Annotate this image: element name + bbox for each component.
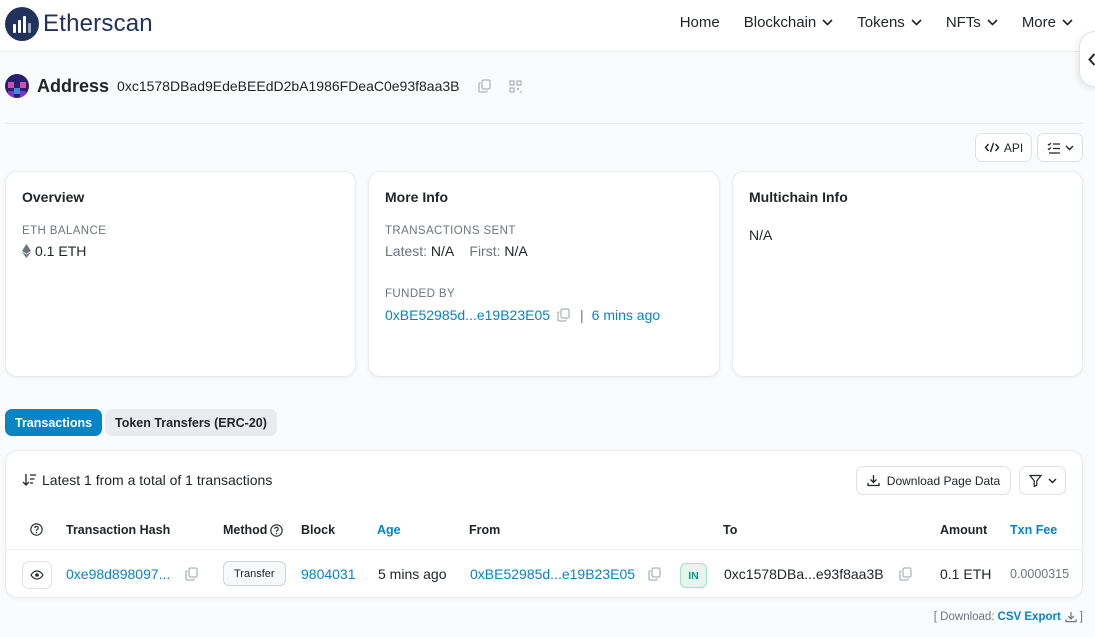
preview-button[interactable] [22, 561, 52, 589]
download-icon [867, 475, 880, 487]
amount-value: 0.1 ETH [940, 566, 992, 582]
code-icon [984, 142, 1000, 153]
nav-tokens[interactable]: Tokens [857, 14, 922, 31]
view-options-button[interactable] [1037, 133, 1083, 162]
sort-descending-icon [22, 474, 36, 486]
transactions-summary-text: Latest 1 from a total of 1 transactions [42, 472, 273, 488]
column-header-age[interactable]: Age [377, 523, 401, 537]
column-header-amount: Amount [940, 523, 988, 537]
chevron-down-icon [822, 19, 833, 26]
qr-code-button[interactable] [508, 79, 522, 93]
transactions-sent-values: Latest: N/A First: N/A [385, 243, 703, 259]
eye-icon [30, 570, 44, 580]
copy-icon[interactable] [557, 308, 570, 322]
header-divider [5, 123, 1083, 124]
download-icon[interactable] [1065, 611, 1077, 623]
list-check-icon [1047, 142, 1060, 154]
csv-download-row: [ Download: CSV Export ] [934, 611, 1083, 623]
overview-card: Overview ETH BALANCE 0.1 ETH [5, 171, 356, 377]
copy-icon[interactable] [899, 567, 912, 581]
chevron-down-icon [1048, 478, 1056, 483]
nav-more[interactable]: More [1022, 14, 1073, 31]
funded-by-label: FUNDED BY [385, 288, 456, 300]
download-prefix: [ Download: [933, 611, 995, 623]
filter-button[interactable] [1019, 466, 1066, 495]
ethereum-icon [22, 244, 31, 258]
info-column-header[interactable] [30, 523, 43, 536]
txn-fee-value: 0.0000315 [1010, 567, 1070, 581]
transactions-table-card: Latest 1 from a total of 1 transactions … [5, 450, 1083, 598]
filter-icon [1028, 474, 1042, 487]
to-address: 0xc1578DBa...e93f8aa3B [724, 566, 884, 582]
first-value: N/A [504, 243, 528, 259]
download-page-data-label: Download Page Data [886, 473, 1001, 488]
column-header-method-label: Method [223, 523, 268, 537]
side-panel-toggle[interactable] [1079, 31, 1095, 87]
page-title: Address [37, 75, 110, 96]
nav-home[interactable]: Home [680, 14, 720, 31]
block-link[interactable]: 9804031 [301, 566, 356, 582]
column-header-method: Method [223, 523, 284, 537]
column-header-hash: Transaction Hash [66, 523, 171, 537]
column-header-from: From [469, 523, 501, 537]
funded-separator: | [580, 307, 584, 323]
csv-export-link[interactable]: CSV Export [998, 611, 1061, 623]
chevron-left-icon [1088, 52, 1095, 66]
nav-blockchain[interactable]: Blockchain [744, 14, 834, 31]
funded-by-row: 0xBE52985d...e19B23E05 | 6 mins ago [385, 307, 703, 323]
address-header: Address 0xc1578DBad9EdeBEEdD2bA1986FDeaC… [5, 74, 522, 98]
multichain-info-card: Multichain Info N/A [732, 171, 1083, 377]
age-value: 5 mins ago [378, 566, 447, 582]
eth-balance-label: ETH BALANCE [22, 225, 107, 237]
question-circle-icon [30, 523, 43, 536]
question-circle-icon[interactable] [270, 523, 284, 537]
main-nav: Home Blockchain Tokens NFTs More [656, 14, 1073, 31]
overview-title: Overview [22, 189, 85, 205]
funded-by-address-link[interactable]: 0xBE52985d...e19B23E05 [385, 307, 550, 323]
more-info-title: More Info [385, 189, 448, 205]
eth-balance-value: 0.1 ETH [35, 243, 87, 259]
nav-nfts[interactable]: NFTs [946, 14, 998, 31]
api-button[interactable]: API [975, 133, 1032, 162]
etherscan-logo[interactable]: Etherscan [5, 7, 153, 41]
copy-icon [477, 79, 491, 93]
latest-value: N/A [430, 243, 454, 259]
address-value: 0xc1578DBad9EdeBEEdD2bA1986FDeaC0e93f8aa… [117, 78, 460, 94]
chevron-down-icon [987, 19, 998, 26]
from-address-link[interactable]: 0xBE52985d...e19B23E05 [470, 566, 635, 582]
address-avatar [5, 74, 29, 98]
multichain-value: N/A [749, 227, 773, 243]
api-label: API [1003, 140, 1024, 155]
copy-icon[interactable] [185, 567, 198, 581]
tab-transactions[interactable]: Transactions [5, 409, 103, 436]
eth-balance: 0.1 ETH [22, 243, 339, 259]
method-badge: Transfer [223, 561, 286, 586]
first-label: First: [469, 243, 501, 259]
funded-age-link[interactable]: 6 mins ago [592, 307, 660, 323]
column-header-to: To [723, 523, 738, 537]
chevron-down-icon [1062, 19, 1073, 26]
column-header-block: Block [301, 523, 336, 537]
etherscan-logo-icon [5, 7, 39, 41]
transactions-sent-label: TRANSACTIONS SENT [385, 225, 516, 237]
multichain-title: Multichain Info [749, 189, 848, 205]
latest-label: Latest: [385, 243, 428, 259]
direction-in-badge: IN [680, 563, 707, 588]
copy-icon[interactable] [648, 567, 661, 581]
chevron-down-icon [911, 19, 922, 26]
brand-name: Etherscan [43, 10, 153, 37]
tab-token-transfers[interactable]: Token Transfers (ERC-20) [105, 409, 277, 436]
download-page-data-button[interactable]: Download Page Data [856, 466, 1011, 495]
top-navbar: Etherscan Home Blockchain Tokens NFTs Mo… [0, 0, 1095, 52]
more-info-card: More Info TRANSACTIONS SENT Latest: N/A … [368, 171, 720, 377]
copy-address-button[interactable] [477, 79, 491, 93]
column-header-txn-fee[interactable]: Txn Fee [1010, 523, 1057, 537]
qr-code-icon [508, 79, 522, 93]
download-suffix: ] [1079, 611, 1083, 623]
table-header-divider [6, 549, 1082, 550]
transactions-summary: Latest 1 from a total of 1 transactions [22, 472, 272, 488]
transaction-hash-link[interactable]: 0xe98d898097... [66, 566, 170, 582]
chevron-down-icon [1065, 145, 1073, 150]
